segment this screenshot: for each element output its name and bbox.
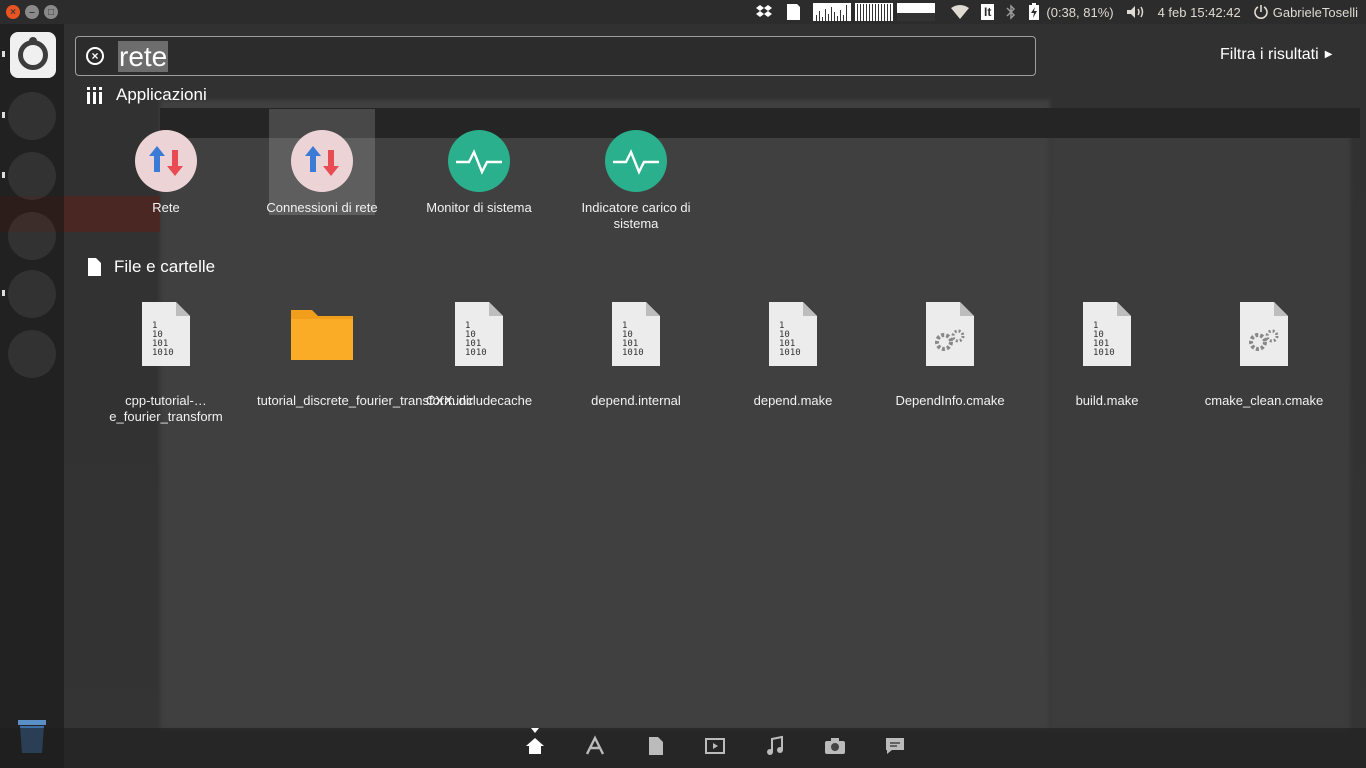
launcher-app-4[interactable] bbox=[8, 270, 56, 318]
network-connections-icon bbox=[291, 130, 353, 192]
cpu-graph bbox=[813, 3, 852, 21]
file-result[interactable]: 1 10 101 1010 depend.make bbox=[728, 302, 858, 409]
file-result[interactable]: 1 10 101 1010 build.make bbox=[1042, 302, 1172, 409]
svg-text:1010: 1010 bbox=[1093, 348, 1115, 358]
app-result[interactable]: Connessioni di rete bbox=[257, 130, 387, 216]
keyboard-layout-indicator[interactable]: It bbox=[981, 4, 995, 20]
ubuntu-logo-icon bbox=[18, 37, 48, 70]
bluetooth-icon[interactable] bbox=[1006, 4, 1016, 20]
svg-text:1010: 1010 bbox=[779, 348, 801, 358]
user-name: GabrieleToselli bbox=[1272, 4, 1358, 20]
social-lens-icon[interactable] bbox=[883, 734, 907, 758]
app-label: Rete bbox=[152, 200, 180, 215]
search-input[interactable]: rete bbox=[118, 41, 169, 72]
dropbox-icon[interactable] bbox=[755, 4, 773, 20]
svg-text:1010: 1010 bbox=[622, 348, 644, 358]
file-result[interactable]: 1 10 101 1010 depend.internal bbox=[571, 302, 701, 409]
clear-search-icon[interactable]: × bbox=[86, 47, 104, 65]
video-lens-icon[interactable] bbox=[703, 734, 727, 758]
window-minimize-button[interactable]: – bbox=[25, 5, 39, 19]
indicator-area: It (0:38, 81%) 4 feb 15:42:42 GabrieleTo… bbox=[755, 0, 1366, 24]
battery-icon bbox=[1029, 3, 1040, 20]
launcher-indicator bbox=[2, 172, 5, 178]
binary-file-icon: 1101011010 bbox=[455, 302, 503, 366]
app-result[interactable]: Monitor di sistema bbox=[414, 130, 544, 216]
svg-text:1010: 1010 bbox=[152, 348, 174, 358]
category-title: Applicazioni bbox=[116, 85, 207, 104]
filter-results-button[interactable]: Filtra i risultati ▶ bbox=[1220, 46, 1332, 64]
launcher-app-5[interactable] bbox=[8, 330, 56, 378]
script-file-icon bbox=[926, 302, 974, 366]
filter-results-label: Filtra i risultati bbox=[1220, 46, 1319, 63]
system-load-graph[interactable] bbox=[813, 3, 939, 21]
triangle-right-icon: ▶ bbox=[1324, 49, 1333, 61]
binary-file-icon: 1101011010 bbox=[142, 302, 190, 366]
power-icon bbox=[1253, 5, 1268, 19]
category-files: File e cartelle bbox=[86, 257, 215, 277]
search-query-text: rete bbox=[118, 41, 169, 72]
lens-bar bbox=[0, 728, 1366, 768]
window-maximize-button[interactable]: □ bbox=[44, 5, 58, 19]
home-lens-icon[interactable] bbox=[523, 734, 547, 758]
launcher-app-terminal[interactable] bbox=[8, 152, 56, 200]
file-result[interactable]: 1 10 101 1010 cpp-tutorial-…e_fourier_trans… bbox=[101, 302, 231, 425]
top-panel: × – □ It (0:38, 81%) 4 feb 15:42:42 Gabr… bbox=[0, 0, 1366, 24]
binary-file-icon: 1101011010 bbox=[769, 302, 817, 366]
file-label: build.make bbox=[1075, 393, 1139, 408]
app-label: Connessioni di rete bbox=[266, 200, 378, 215]
launcher-app-chrome[interactable] bbox=[8, 92, 56, 140]
binary-file-icon: 1101011010 bbox=[1083, 302, 1131, 366]
notes-icon[interactable] bbox=[785, 3, 801, 21]
file-label: cmake_clean.cmake bbox=[1204, 393, 1324, 408]
battery-status: (0:38, 81%) bbox=[1046, 4, 1114, 20]
network-graph bbox=[897, 3, 936, 21]
system-monitor-icon bbox=[448, 130, 510, 192]
app-label: Monitor di sistema bbox=[426, 200, 532, 215]
file-label: depend.internal bbox=[591, 393, 681, 408]
wifi-icon[interactable] bbox=[951, 5, 970, 19]
launcher-indicator bbox=[2, 112, 5, 118]
file-result[interactable]: 1 10 101 1010 CXX.includecache bbox=[414, 302, 544, 409]
files-category-icon bbox=[88, 258, 101, 276]
script-file-icon bbox=[1240, 302, 1288, 366]
file-result[interactable]: cmake_clean.cmake bbox=[1199, 302, 1329, 409]
launcher-indicator bbox=[2, 51, 5, 57]
session-menu[interactable]: GabrieleToselli bbox=[1253, 4, 1358, 20]
category-applications: Applicazioni bbox=[86, 85, 207, 105]
svg-text:1010: 1010 bbox=[465, 348, 487, 358]
battery-indicator[interactable]: (0:38, 81%) bbox=[1028, 3, 1114, 21]
applications-category-icon bbox=[87, 87, 102, 104]
music-lens-icon[interactable] bbox=[763, 734, 787, 758]
folder-icon bbox=[291, 310, 353, 360]
system-load-icon bbox=[605, 130, 667, 192]
file-label: depend.make bbox=[753, 393, 833, 408]
clock[interactable]: 4 feb 15:42:42 bbox=[1158, 5, 1241, 20]
app-result[interactable]: Indicatore carico di sistema bbox=[571, 130, 701, 232]
launcher bbox=[0, 24, 64, 768]
active-lens-indicator bbox=[531, 728, 539, 733]
keyboard-layout-label: It bbox=[981, 4, 995, 20]
launcher-indicator bbox=[2, 290, 5, 296]
applications-lens-icon[interactable] bbox=[583, 734, 607, 758]
category-title: File e cartelle bbox=[114, 257, 216, 276]
search-bar[interactable]: × rete bbox=[75, 36, 1036, 76]
volume-icon[interactable] bbox=[1126, 5, 1146, 19]
file-label: tutorial_discrete_fourier_transform.dir bbox=[257, 393, 474, 408]
file-label: DependInfo.cmake bbox=[895, 393, 1005, 408]
app-label: Indicatore carico di sistema bbox=[581, 200, 691, 231]
app-result[interactable]: Rete bbox=[101, 130, 231, 216]
files-lens-icon[interactable] bbox=[643, 734, 667, 758]
memory-graph bbox=[855, 3, 894, 21]
file-label: CXX.includecache bbox=[425, 393, 533, 408]
launcher-app-3[interactable] bbox=[8, 212, 56, 260]
window-close-button[interactable]: × bbox=[6, 5, 20, 19]
network-icon bbox=[135, 130, 197, 192]
binary-file-icon: 1101011010 bbox=[612, 302, 660, 366]
photos-lens-icon[interactable] bbox=[823, 734, 847, 758]
file-result[interactable]: DependInfo.cmake bbox=[885, 302, 1015, 409]
dash-home-button[interactable] bbox=[10, 32, 56, 78]
file-result[interactable]: tutorial_discrete_fourier_transform.dir bbox=[257, 302, 474, 409]
file-label: cpp-tutorial-…e_fourier_transform bbox=[109, 393, 223, 424]
